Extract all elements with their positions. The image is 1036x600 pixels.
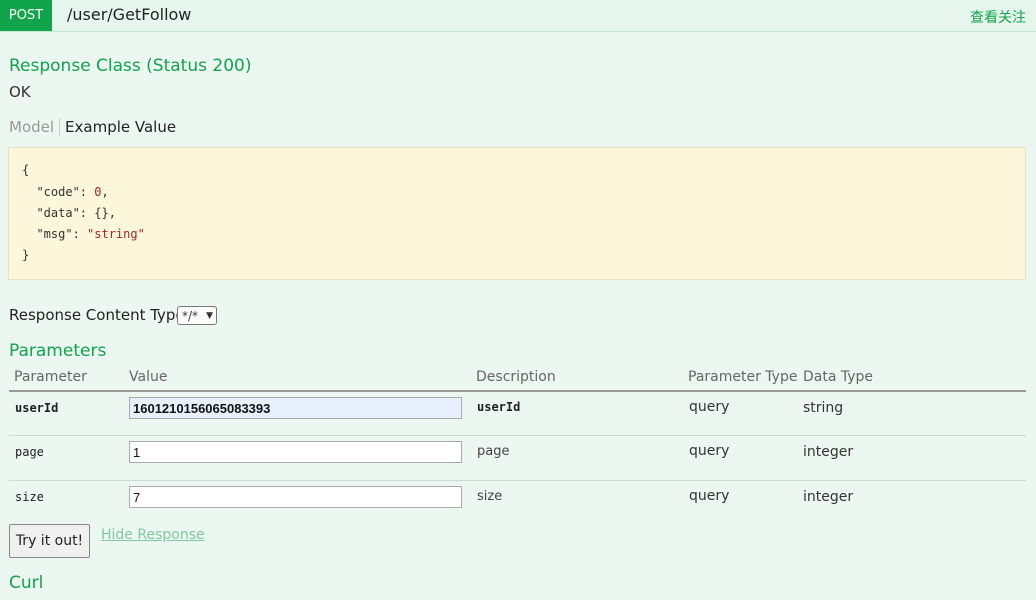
param-description: size: [477, 489, 503, 504]
method-badge: POST: [0, 0, 52, 31]
operation-header[interactable]: POST /user/GetFollow 查看关注: [0, 0, 1036, 32]
param-description: page: [477, 444, 510, 459]
operation-path[interactable]: /user/GetFollow: [67, 5, 191, 24]
param-name: page: [15, 445, 44, 459]
param-description: userId: [477, 400, 521, 414]
try-it-out-button[interactable]: Try it out!: [9, 524, 90, 558]
col-header-value: Value: [129, 369, 168, 385]
param-input-page[interactable]: [129, 441, 462, 463]
param-name: userId: [15, 401, 59, 415]
row-divider: [9, 435, 1026, 436]
param-data-type: string: [803, 400, 844, 416]
parameters-title: Parameters: [9, 341, 107, 361]
tab-model[interactable]: Model: [9, 118, 61, 136]
col-header-parameter-type: Parameter Type: [688, 369, 798, 385]
param-name: size: [15, 490, 44, 504]
row-divider: [9, 480, 1026, 481]
param-type: query: [689, 443, 730, 459]
code-line: "code": 0,: [22, 185, 109, 199]
response-status-text: OK: [9, 83, 31, 101]
example-value-code: { "code": 0, "data": {}, "msg": "string"…: [8, 147, 1026, 280]
param-input-size[interactable]: [129, 486, 462, 508]
operation-summary[interactable]: 查看关注: [970, 7, 1026, 27]
tab-example-value[interactable]: Example Value: [60, 118, 176, 136]
code-line: "msg": "string": [22, 227, 145, 241]
signature-tabs: Model Example Value: [9, 118, 176, 136]
param-data-type: integer: [803, 444, 854, 460]
param-input-userid[interactable]: [129, 397, 462, 419]
curl-title: Curl: [9, 573, 44, 593]
col-header-parameter: Parameter: [14, 369, 87, 385]
response-class-title: Response Class (Status 200): [9, 56, 252, 76]
code-line: "data": {},: [22, 206, 116, 220]
response-content-type-select[interactable]: */* ▼: [177, 306, 217, 325]
param-type: query: [689, 488, 730, 504]
param-data-type: integer: [803, 489, 854, 505]
response-content-type-label: Response Content Type: [9, 306, 185, 324]
col-header-data-type: Data Type: [803, 369, 874, 385]
chevron-down-icon: ▼: [206, 311, 213, 321]
code-line: }: [22, 248, 30, 262]
table-header-divider: [9, 390, 1026, 392]
select-value: */*: [182, 309, 199, 323]
param-type: query: [689, 399, 730, 415]
code-line: {: [22, 163, 30, 177]
hide-response-link[interactable]: Hide Response: [101, 527, 205, 543]
col-header-description: Description: [476, 369, 556, 385]
